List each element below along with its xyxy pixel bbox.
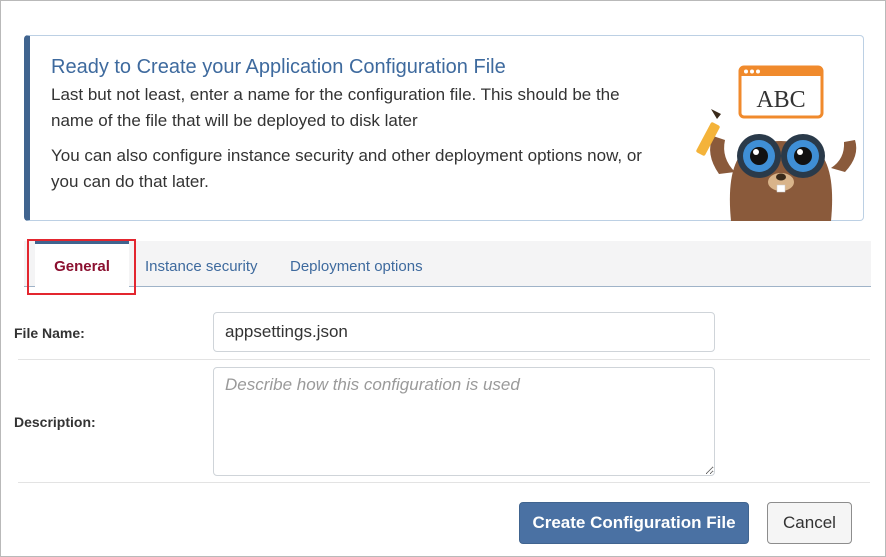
cancel-button[interactable]: Cancel bbox=[767, 502, 852, 544]
gopher-mascot-illustration: ABC bbox=[696, 65, 857, 221]
info-banner: Ready to Create your Application Configu… bbox=[24, 35, 864, 221]
create-configuration-file-button[interactable]: Create Configuration File bbox=[519, 502, 749, 544]
tab-instance-security[interactable]: Instance security bbox=[145, 241, 258, 287]
file-name-input[interactable] bbox=[213, 312, 715, 352]
tab-deployment-options[interactable]: Deployment options bbox=[290, 241, 423, 287]
banner-paragraph-2: You can also configure instance security… bbox=[51, 146, 642, 191]
highlight-annotation-box bbox=[27, 239, 136, 295]
file-name-label: File Name: bbox=[14, 325, 85, 341]
mascot-sign-text: ABC bbox=[756, 87, 805, 113]
tab-bar: General Instance security Deployment opt… bbox=[24, 241, 871, 287]
description-textarea[interactable] bbox=[213, 367, 715, 476]
banner-title: Ready to Create your Application Configu… bbox=[51, 56, 506, 78]
divider bbox=[18, 482, 870, 483]
banner-paragraph-1: Last but not least, enter a name for the… bbox=[51, 85, 620, 130]
divider bbox=[18, 359, 870, 360]
description-label: Description: bbox=[14, 414, 96, 430]
